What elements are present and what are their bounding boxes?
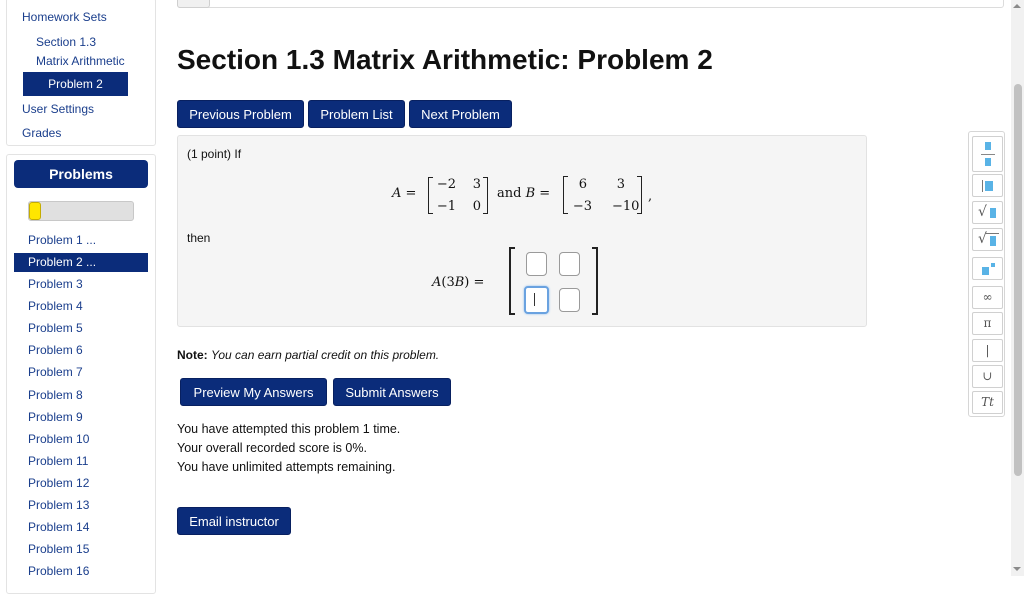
answer-input-r1c1[interactable] [526, 252, 547, 276]
nth-root-icon[interactable]: √ [972, 228, 1003, 251]
fraction-icon[interactable] [972, 136, 1003, 172]
next-problem-button[interactable]: Next Problem [409, 100, 512, 128]
math-toolbar: √ √ ∞ π | ∪ Tt [968, 131, 1005, 417]
problem-box [177, 135, 867, 327]
matrix-b-label: and B = [497, 186, 551, 201]
problem-list-item[interactable]: Problem 8 [14, 384, 148, 406]
answer-input-r1c2[interactable] [559, 252, 580, 276]
progress-fill [29, 202, 41, 220]
matrix-b-cell: 6 [578, 177, 587, 192]
answer-left-bracket [509, 247, 515, 315]
submit-answers-button[interactable]: Submit Answers [333, 378, 451, 406]
email-instructor-button[interactable]: Email instructor [177, 507, 291, 535]
problem-list-item[interactable]: Problem 13 [14, 494, 148, 516]
problem-list-item[interactable]: Problem 15 [14, 538, 148, 560]
problems-heading: Problems [14, 160, 148, 188]
partial-credit-note: Note: You can earn partial credit on thi… [177, 348, 440, 362]
problem-list: Problem 1 ... Problem 2 ... Problem 3 Probl… [14, 229, 148, 582]
infinity-icon[interactable]: ∞ [972, 286, 1003, 309]
scroll-thumb[interactable] [1014, 84, 1022, 476]
section-link-line1[interactable]: Section 1.3 [36, 35, 96, 49]
attempts-status: You have attempted this problem 1 time. [177, 422, 401, 436]
problem-list-item[interactable]: Problem 14 [14, 516, 148, 538]
sqrt-icon[interactable]: √ [972, 201, 1003, 224]
text-mode-icon[interactable]: Tt [972, 391, 1003, 414]
problem-list-item[interactable]: Problem 1 ... [14, 229, 148, 251]
top-strip [177, 0, 1004, 8]
problem-then: then [187, 231, 211, 245]
scroll-up-arrow[interactable] [1013, 4, 1021, 8]
matrix-a-label: A = [392, 186, 417, 201]
problem-list-item[interactable]: Problem 4 [14, 295, 148, 317]
problem-list-item[interactable]: Problem 5 [14, 317, 148, 339]
scroll-down-arrow[interactable] [1013, 567, 1021, 571]
matrix-a-cell: 3 [472, 177, 481, 192]
matrix-b-cell: −3 [572, 199, 592, 214]
matrix-b-cell: −10 [612, 199, 640, 214]
problem-intro: (1 point) If [187, 147, 242, 161]
vertical-bar-icon[interactable]: | [972, 339, 1003, 362]
page-title: Section 1.3 Matrix Arithmetic: Problem 2 [177, 44, 713, 75]
subscript-icon[interactable] [972, 257, 1003, 280]
expression-label: A(3B) = [432, 275, 485, 290]
problem-list-item[interactable]: Problem 11 [14, 450, 148, 472]
grades-link[interactable]: Grades [22, 126, 61, 140]
problem-list-button[interactable]: Problem List [308, 100, 405, 128]
remaining-status: You have unlimited attempts remaining. [177, 460, 396, 474]
problem-list-item[interactable]: Problem 16 [14, 560, 148, 582]
top-tab[interactable] [177, 0, 210, 8]
current-problem-nav[interactable]: Problem 2 [23, 72, 128, 96]
matrix-a-cell: −1 [436, 199, 456, 214]
problem-list-item[interactable]: Problem 3 [14, 273, 148, 295]
problem-list-item[interactable]: Problem 7 [14, 361, 148, 383]
answer-right-bracket [592, 247, 598, 315]
score-status: Your overall recorded score is 0%. [177, 441, 367, 455]
page-scrollbar[interactable] [1011, 0, 1024, 576]
matrix-a-left-bracket [428, 177, 433, 214]
section-link-line2[interactable]: Matrix Arithmetic [36, 54, 125, 68]
answer-input-r2c2[interactable] [559, 288, 580, 312]
comma: , [648, 189, 653, 204]
problem-list-item[interactable]: Problem 9 [14, 406, 148, 428]
pi-icon[interactable]: π [972, 312, 1003, 335]
problem-list-item[interactable]: Problem 10 [14, 428, 148, 450]
matrix-b-cell: 3 [616, 177, 625, 192]
problem-list-item[interactable]: Problem 12 [14, 472, 148, 494]
problem-list-item[interactable]: Problem 6 [14, 339, 148, 361]
exponent-icon[interactable] [972, 174, 1003, 197]
homework-sets-link[interactable]: Homework Sets [22, 10, 107, 24]
problem-list-item[interactable]: Problem 2 ... [14, 252, 148, 272]
matrix-a-right-bracket [483, 177, 488, 214]
answer-input-r2c1[interactable] [524, 286, 549, 314]
matrix-b-right-bracket [637, 176, 642, 214]
preview-answers-button[interactable]: Preview My Answers [180, 378, 327, 406]
user-settings-link[interactable]: User Settings [22, 102, 94, 116]
progress-bar [28, 201, 134, 221]
matrix-a-cell: 0 [472, 199, 481, 214]
union-icon[interactable]: ∪ [972, 365, 1003, 388]
matrix-a-cell: −2 [436, 177, 456, 192]
previous-problem-button[interactable]: Previous Problem [177, 100, 304, 128]
